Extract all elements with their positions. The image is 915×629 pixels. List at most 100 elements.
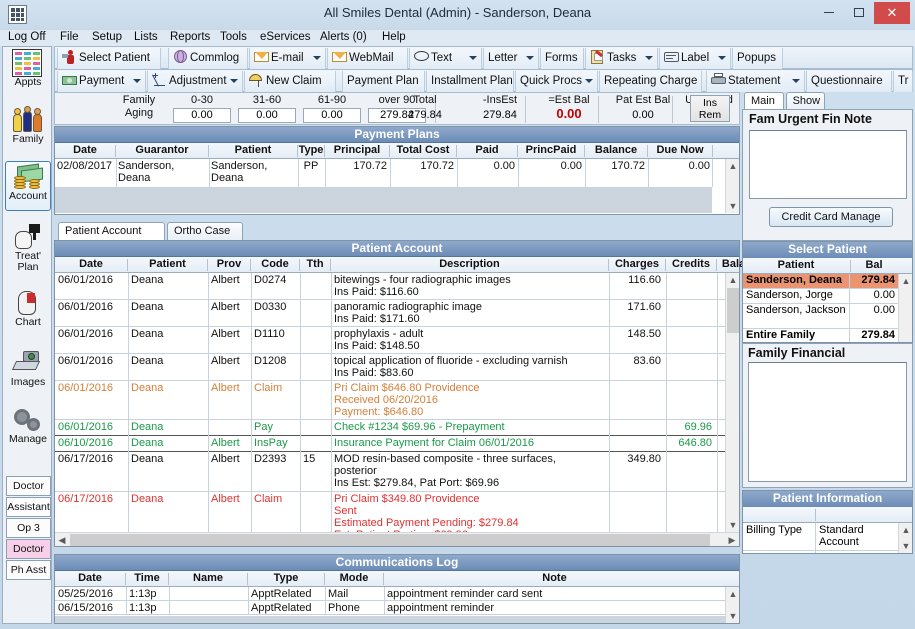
scroll-up-icon[interactable]: ▲ — [726, 273, 739, 287]
chevron-down-icon[interactable] — [585, 79, 593, 83]
sidebar-item-manage[interactable]: Manage — [4, 434, 52, 445]
chevron-down-icon[interactable] — [526, 56, 534, 60]
tab-patient-account[interactable]: Patient Account — [58, 222, 165, 240]
chevron-down-icon[interactable] — [469, 56, 477, 60]
toolbar-button-questionnaire[interactable]: Questionnaire — [806, 71, 892, 92]
menu-item-tools[interactable]: Tools — [220, 31, 247, 43]
toolbar-button-label: Letter — [488, 52, 517, 64]
chevron-down-icon[interactable] — [230, 79, 238, 83]
sidebar-item-account[interactable]: Account — [4, 191, 52, 202]
scroll-down-icon[interactable]: ▼ — [726, 518, 739, 532]
scroll-left-icon[interactable]: ◀ — [55, 533, 69, 546]
toolbar-button-label: Statement — [728, 75, 780, 87]
toolbar-button-e-mail[interactable]: E-mail — [249, 48, 326, 69]
toolbar-button-letter[interactable]: Letter — [483, 48, 539, 69]
maximize-button[interactable] — [844, 2, 874, 24]
credit-card-manage-button[interactable]: Credit Card Manage — [769, 207, 893, 227]
fam-urgent-fin-note-field[interactable] — [749, 130, 907, 199]
menu-item-reports[interactable]: Reports — [170, 31, 210, 43]
rail-button-op-3[interactable]: Op 3 — [6, 518, 51, 538]
account-row-date: 06/01/2016 — [58, 274, 124, 286]
menu-item-lists[interactable]: Lists — [134, 31, 158, 43]
toolbar-button-tasks[interactable]: Tasks — [585, 48, 658, 69]
toolbar-button-payment-plan[interactable]: Payment Plan — [342, 71, 425, 92]
toolbar-button-commlog[interactable]: Commlog — [168, 48, 248, 69]
tab-ortho-case[interactable]: Ortho Case — [167, 222, 243, 240]
scroll-up-icon[interactable]: ▲ — [899, 523, 913, 537]
row-divider — [55, 353, 725, 354]
chevron-down-icon[interactable] — [792, 79, 800, 83]
patient-account-vscrollbar[interactable]: ▲▼ — [725, 273, 739, 532]
chevron-down-icon[interactable] — [718, 56, 726, 60]
entire-family-balance: 279.84 — [851, 329, 895, 341]
patient-account-hscrollbar[interactable]: ◀▶ — [55, 532, 739, 546]
toolbar-row-2: PaymentAdjustmentNew Claim Payment PlanIn… — [54, 69, 913, 92]
rail-button-assistant[interactable]: Assistant — [6, 497, 51, 517]
ins-rem-button[interactable]: Ins Rem — [690, 95, 730, 122]
select-patient-scrollbar[interactable]: ▲ — [898, 274, 912, 342]
close-button[interactable]: ✕ — [874, 2, 910, 24]
toolbar-button-popups[interactable]: Popups — [732, 48, 783, 69]
toolbar-button-select-patient[interactable]: Select Patient — [57, 48, 161, 69]
menu-item-setup[interactable]: Setup — [92, 31, 122, 43]
column-header-patient: Patient — [209, 144, 297, 156]
family-financial-field[interactable] — [748, 362, 907, 482]
rail-button-doctor[interactable]: Doctor — [6, 476, 51, 496]
patient-account-panel: Patient Account DatePatientProvCodeTthDe… — [54, 240, 740, 547]
scroll-down-icon[interactable]: ▼ — [726, 199, 739, 213]
scroll-up-icon[interactable]: ▲ — [899, 274, 912, 288]
toolbar-button-installment-plan[interactable]: Installment Plan — [426, 71, 514, 92]
cash-icon — [62, 73, 77, 87]
column-header-balance: Balance — [585, 144, 647, 156]
patient-list-item[interactable]: Sanderson, Jackson0.00 — [743, 304, 898, 328]
toolbar-button-tr[interactable]: Tr — [893, 71, 913, 92]
toolbar-button-statement[interactable]: Statement — [706, 71, 805, 92]
scroll-right-icon[interactable]: ▶ — [725, 533, 739, 546]
payment-plans-body: 02/08/2017Sanderson, DeanaSanderson, Dea… — [55, 159, 739, 213]
scroll-thumb[interactable] — [727, 288, 739, 333]
right-tab-main[interactable]: Main — [744, 92, 784, 110]
minimize-button[interactable] — [814, 2, 844, 24]
cell-divider — [298, 159, 299, 187]
payment-plans-scrollbar[interactable]: ▲▼ — [725, 159, 739, 213]
sidebar-item-images[interactable]: Images — [4, 377, 52, 388]
account-row-date: 06/10/2016 — [58, 437, 124, 449]
scroll-thumb[interactable] — [70, 534, 710, 546]
sidebar-item-appts[interactable]: Appts — [4, 77, 52, 88]
menu-item-eservices[interactable]: eServices — [260, 31, 311, 43]
patient-info-scrollbar[interactable]: ▲▼ — [898, 523, 912, 553]
scroll-down-icon[interactable]: ▼ — [726, 609, 739, 623]
toolbar-button-label[interactable]: Label — [659, 48, 731, 69]
scroll-up-icon[interactable]: ▲ — [726, 159, 739, 173]
toolbar-button-forms[interactable]: Forms — [540, 48, 584, 69]
menu-item-help[interactable]: Help — [382, 31, 406, 43]
menu-item-file[interactable]: File — [60, 31, 79, 43]
toolbar-button-new-claim[interactable]: New Claim — [244, 71, 336, 92]
patient-list-item[interactable]: Sanderson, Jorge0.00 — [743, 289, 898, 303]
rail-button-ph-asst[interactable]: Ph Asst — [6, 560, 51, 580]
scroll-up-icon[interactable]: ▲ — [726, 587, 739, 601]
toolbar-button-text[interactable]: Text — [409, 48, 482, 69]
comm-log-scrollbar[interactable]: ▲▼ — [725, 587, 739, 623]
toolbar-button-quick-procs[interactable]: Quick Procs — [515, 71, 598, 92]
patient-list-item[interactable]: Sanderson, Deana279.84 — [743, 274, 898, 288]
menu-item-alerts-0[interactable]: Alerts (0) — [320, 31, 367, 43]
rail-button-doctor[interactable]: Doctor — [6, 539, 51, 559]
toolbar-button-adjustment[interactable]: Adjustment — [147, 71, 243, 92]
right-tab-show[interactable]: Show — [786, 92, 826, 110]
toolbar-button-payment[interactable]: Payment — [57, 71, 146, 92]
main-tab-content: Fam Urgent Fin NoteCredit Card Manage — [742, 109, 913, 241]
sidebar-item-treat-plan[interactable]: Treat'Plan — [4, 251, 52, 273]
cell-divider — [208, 273, 209, 546]
scroll-down-icon[interactable]: ▼ — [899, 539, 913, 553]
chevron-down-icon[interactable] — [133, 79, 141, 83]
chevron-down-icon[interactable] — [645, 56, 653, 60]
sidebar-item-chart[interactable]: Chart — [4, 317, 52, 328]
menu-item-log-off[interactable]: Log Off — [8, 31, 46, 43]
sidebar-item-family[interactable]: Family — [4, 134, 52, 145]
chevron-down-icon[interactable] — [313, 56, 321, 60]
patient-info-body: Billing TypeStandard Account▲▼ — [743, 523, 912, 553]
toolbar-button-repeating-charge[interactable]: Repeating Charge — [599, 71, 702, 92]
toolbar-button-webmail[interactable]: WebMail — [327, 48, 408, 69]
account-row-description: Ins Paid: $171.60 — [334, 313, 605, 325]
